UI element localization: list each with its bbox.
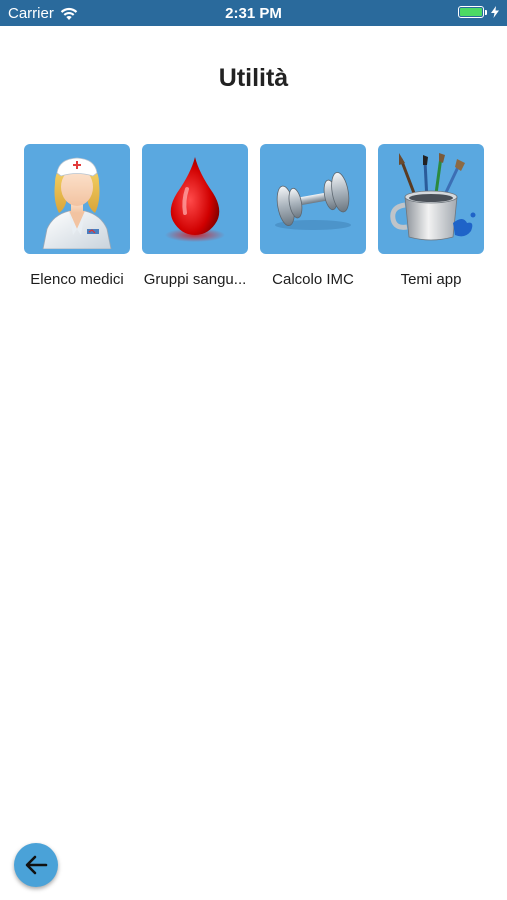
tile-icon-box[interactable] <box>260 144 366 254</box>
tile-label: Temi app <box>400 271 462 288</box>
dumbbell-icon <box>275 172 351 230</box>
tile-icon-box[interactable] <box>142 144 248 254</box>
utilities-grid: Elenco medici Gruppi sangu... Calcolo IM… <box>24 144 484 288</box>
battery-icon <box>458 6 484 18</box>
charging-bolt-icon <box>491 6 499 18</box>
arrow-left-icon <box>25 855 48 875</box>
back-button[interactable] <box>14 843 58 887</box>
tile-label: Calcolo IMC <box>272 271 354 288</box>
battery-fill <box>460 8 482 16</box>
battery-tip <box>485 9 487 15</box>
tile-temi-app[interactable]: Temi app <box>378 144 484 288</box>
tile-icon-box[interactable] <box>24 144 130 254</box>
tile-gruppi-sanguigni[interactable]: Gruppi sangu... <box>142 144 248 288</box>
tile-label: Gruppi sangu... <box>143 271 247 288</box>
battery-indicator <box>458 6 499 18</box>
tile-elenco-medici[interactable]: Elenco medici <box>24 144 130 288</box>
tile-label: Elenco medici <box>30 271 124 288</box>
status-time: 2:31 PM <box>225 5 282 22</box>
status-bar: Carrier 2:31 PM <box>0 0 507 26</box>
tile-calcolo-imc[interactable]: Calcolo IMC <box>260 144 366 288</box>
tile-icon-box[interactable] <box>378 144 484 254</box>
blood-drop-icon <box>165 157 225 242</box>
doctor-icon <box>42 157 112 249</box>
paint-brushes-icon <box>390 153 476 241</box>
page-title: Utilità <box>218 64 289 92</box>
